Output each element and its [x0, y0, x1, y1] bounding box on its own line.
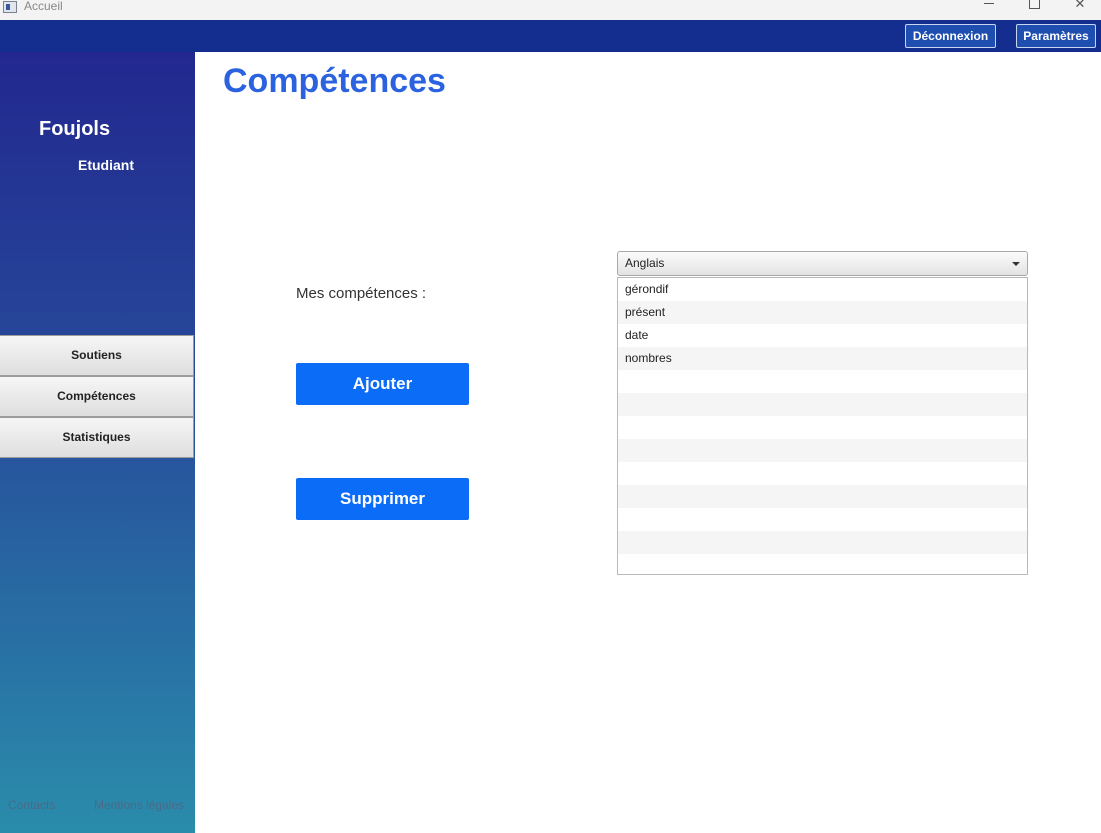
list-item[interactable]: gérondif	[618, 278, 1027, 301]
sidebar-item-soutiens[interactable]: Soutiens	[0, 335, 194, 376]
empty-list-row	[618, 439, 1027, 462]
add-button[interactable]: Ajouter	[296, 363, 469, 405]
settings-button[interactable]: Paramètres	[1016, 24, 1096, 48]
page-title: Compétences	[223, 62, 446, 100]
app-icon	[3, 1, 17, 13]
window-titlebar: Accueil ✕	[0, 0, 1101, 20]
subject-select-value: Anglais	[625, 256, 665, 270]
legal-mentions-link[interactable]: Mentions légales	[94, 798, 184, 812]
list-item[interactable]: date	[618, 324, 1027, 347]
sidebar-item-statistiques[interactable]: Statistiques	[0, 417, 194, 458]
minimize-icon[interactable]	[979, 0, 999, 13]
logout-button[interactable]: Déconnexion	[905, 24, 996, 48]
empty-list-row	[618, 393, 1027, 416]
user-name: Foujols	[39, 118, 111, 140]
subject-select[interactable]: Anglais	[617, 251, 1028, 276]
empty-list-row	[618, 508, 1027, 531]
maximize-icon[interactable]	[1024, 0, 1044, 13]
empty-list-row	[618, 531, 1027, 554]
list-item[interactable]: présent	[618, 301, 1027, 324]
list-item[interactable]: nombres	[618, 347, 1027, 370]
empty-list-row	[618, 485, 1027, 508]
sidebar-item-competences[interactable]: Compétences	[0, 376, 194, 417]
empty-list-row	[618, 416, 1027, 439]
user-role: Etudiant	[78, 157, 134, 173]
skills-list[interactable]: gérondif présent date nombres	[617, 277, 1028, 575]
delete-button[interactable]: Supprimer	[296, 478, 469, 520]
skills-label: Mes compétences :	[296, 285, 427, 302]
empty-list-row	[618, 462, 1027, 485]
window-title: Accueil	[24, 0, 63, 13]
contacts-link[interactable]: Contacts	[8, 798, 55, 812]
chevron-down-icon	[1012, 262, 1020, 266]
empty-list-row	[618, 370, 1027, 393]
empty-list-row	[618, 554, 1027, 574]
close-icon[interactable]: ✕	[1070, 0, 1090, 13]
sidebar: Foujols Etudiant Soutiens Compétences St…	[0, 52, 195, 833]
top-bar: Déconnexion Paramètres	[0, 20, 1101, 52]
